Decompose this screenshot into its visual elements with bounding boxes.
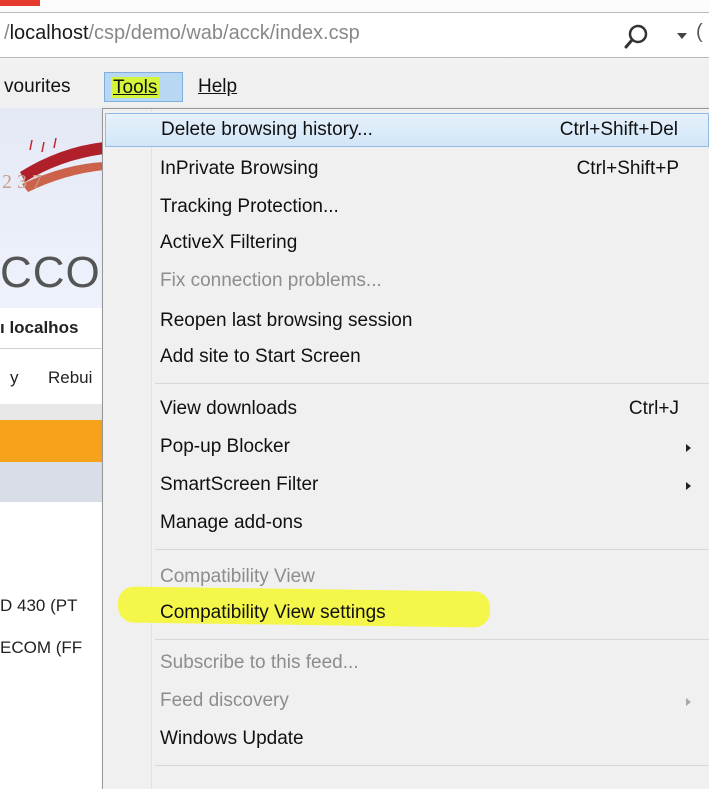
- host-label: ı localhos: [0, 318, 79, 337]
- menu-item-label: Reopen last browsing session: [160, 310, 413, 331]
- menu-separator: [155, 765, 709, 766]
- tools-dropdown-menu: Delete browsing history... Ctrl+Shift+De…: [102, 108, 709, 789]
- menu-item-label: Compatibility View settings: [160, 602, 386, 623]
- menu-item-tracking-protection[interactable]: Tracking Protection...: [105, 191, 709, 225]
- menu-item-shortcut: Ctrl+J: [628, 398, 679, 419]
- menu-item-label: Pop-up Blocker: [160, 436, 290, 457]
- submenu-arrow-icon: [686, 444, 691, 452]
- menu-item-activex-filtering[interactable]: ActiveX Filtering: [105, 227, 709, 261]
- menu-item-subscribe-to-feed: Subscribe to this feed...: [105, 647, 709, 681]
- grey-banner: [0, 462, 104, 502]
- menu-item-label: InPrivate Browsing: [160, 158, 319, 179]
- url-host: localhost: [9, 22, 89, 44]
- brand-text: CCO: [0, 248, 101, 297]
- menu-bar: vourites Tools Help: [0, 66, 709, 108]
- address-bar: /localhost/csp/demo/wab/acck/index.csp (: [0, 0, 709, 67]
- menu-tools-label: Tools: [111, 77, 160, 98]
- menu-item-add-site-to-start[interactable]: Add site to Start Screen: [105, 341, 709, 375]
- menu-item-label: Manage add-ons: [160, 512, 303, 533]
- chevron-down-icon[interactable]: [675, 29, 689, 43]
- url-field[interactable]: /localhost/csp/demo/wab/acck/index.csp (: [0, 12, 709, 58]
- menu-item-fix-connection-problems: Fix connection problems...: [105, 265, 709, 299]
- menu-separator: [155, 549, 709, 550]
- search-icon[interactable]: [623, 23, 651, 49]
- menu-item-label: Add site to Start Screen: [160, 346, 361, 367]
- menu-item-feed-discovery: Feed discovery: [105, 685, 709, 719]
- menu-separator: [155, 639, 709, 640]
- menu-item-view-downloads[interactable]: View downloads Ctrl+J: [105, 393, 709, 427]
- menu-item-shortcut: Ctrl+Shift+P: [576, 158, 679, 179]
- menu-item-label: Windows Update: [160, 728, 304, 749]
- menu-item-shortcut: Ctrl+Shift+Del: [559, 119, 678, 140]
- next-control-fragment: (: [696, 21, 703, 43]
- submenu-arrow-icon: [686, 482, 691, 490]
- menu-item-label: Delete browsing history...: [161, 119, 373, 140]
- background-page: 2 3 7 CCO ı localhos y Rebui D 430 (PT E…: [0, 108, 104, 778]
- page-tab-fragment[interactable]: y: [10, 368, 19, 388]
- menu-item-label: View downloads: [160, 398, 297, 419]
- submenu-arrow-icon: [686, 698, 691, 706]
- logo-digits: 2 3 7: [2, 171, 42, 193]
- menu-item-label: Fix connection problems...: [160, 270, 382, 291]
- menu-item-label: Subscribe to this feed...: [160, 652, 359, 673]
- divider: [0, 348, 104, 349]
- menu-tools[interactable]: Tools: [104, 72, 183, 102]
- menu-item-label: Feed discovery: [160, 690, 289, 711]
- menu-item-reopen-last-session[interactable]: Reopen last browsing session: [105, 305, 709, 339]
- url-path: /csp/demo/wab/acck/index.csp: [88, 22, 360, 44]
- list-item[interactable]: D 430 (PT: [0, 596, 77, 616]
- menu-help-label: Help: [198, 76, 238, 97]
- menu-item-compatibility-view: Compatibility View: [105, 561, 709, 595]
- site-logo: 2 3 7 CCO: [0, 108, 104, 308]
- menu-item-label: Tracking Protection...: [160, 196, 339, 217]
- menu-separator: [155, 383, 709, 384]
- list-item[interactable]: ECOM (FF: [0, 638, 82, 658]
- menu-favourites[interactable]: vourites: [0, 72, 77, 102]
- logo-graphic: 2 3 7: [2, 137, 104, 193]
- menu-item-manage-add-ons[interactable]: Manage add-ons: [105, 507, 709, 541]
- menu-item-label: Compatibility View: [160, 566, 315, 587]
- url-text[interactable]: /localhost/csp/demo/wab/acck/index.csp: [4, 22, 360, 45]
- menu-item-inprivate-browsing[interactable]: InPrivate Browsing Ctrl+Shift+P: [105, 153, 709, 187]
- menu-item-smartscreen-filter[interactable]: SmartScreen Filter: [105, 469, 709, 503]
- menu-item-label: SmartScreen Filter: [160, 474, 319, 495]
- menu-item-popup-blocker[interactable]: Pop-up Blocker: [105, 431, 709, 465]
- menu-help[interactable]: Help: [192, 72, 243, 102]
- menu-item-label: ActiveX Filtering: [160, 232, 298, 253]
- menu-item-delete-browsing-history[interactable]: Delete browsing history... Ctrl+Shift+De…: [105, 113, 709, 147]
- menu-item-compatibility-view-settings[interactable]: Compatibility View settings: [105, 597, 709, 631]
- page-tab-rebuild[interactable]: Rebui: [48, 368, 92, 388]
- menu-item-windows-update[interactable]: Windows Update: [105, 723, 709, 757]
- tab-accent-mark: [0, 0, 40, 6]
- orange-banner: [0, 420, 104, 462]
